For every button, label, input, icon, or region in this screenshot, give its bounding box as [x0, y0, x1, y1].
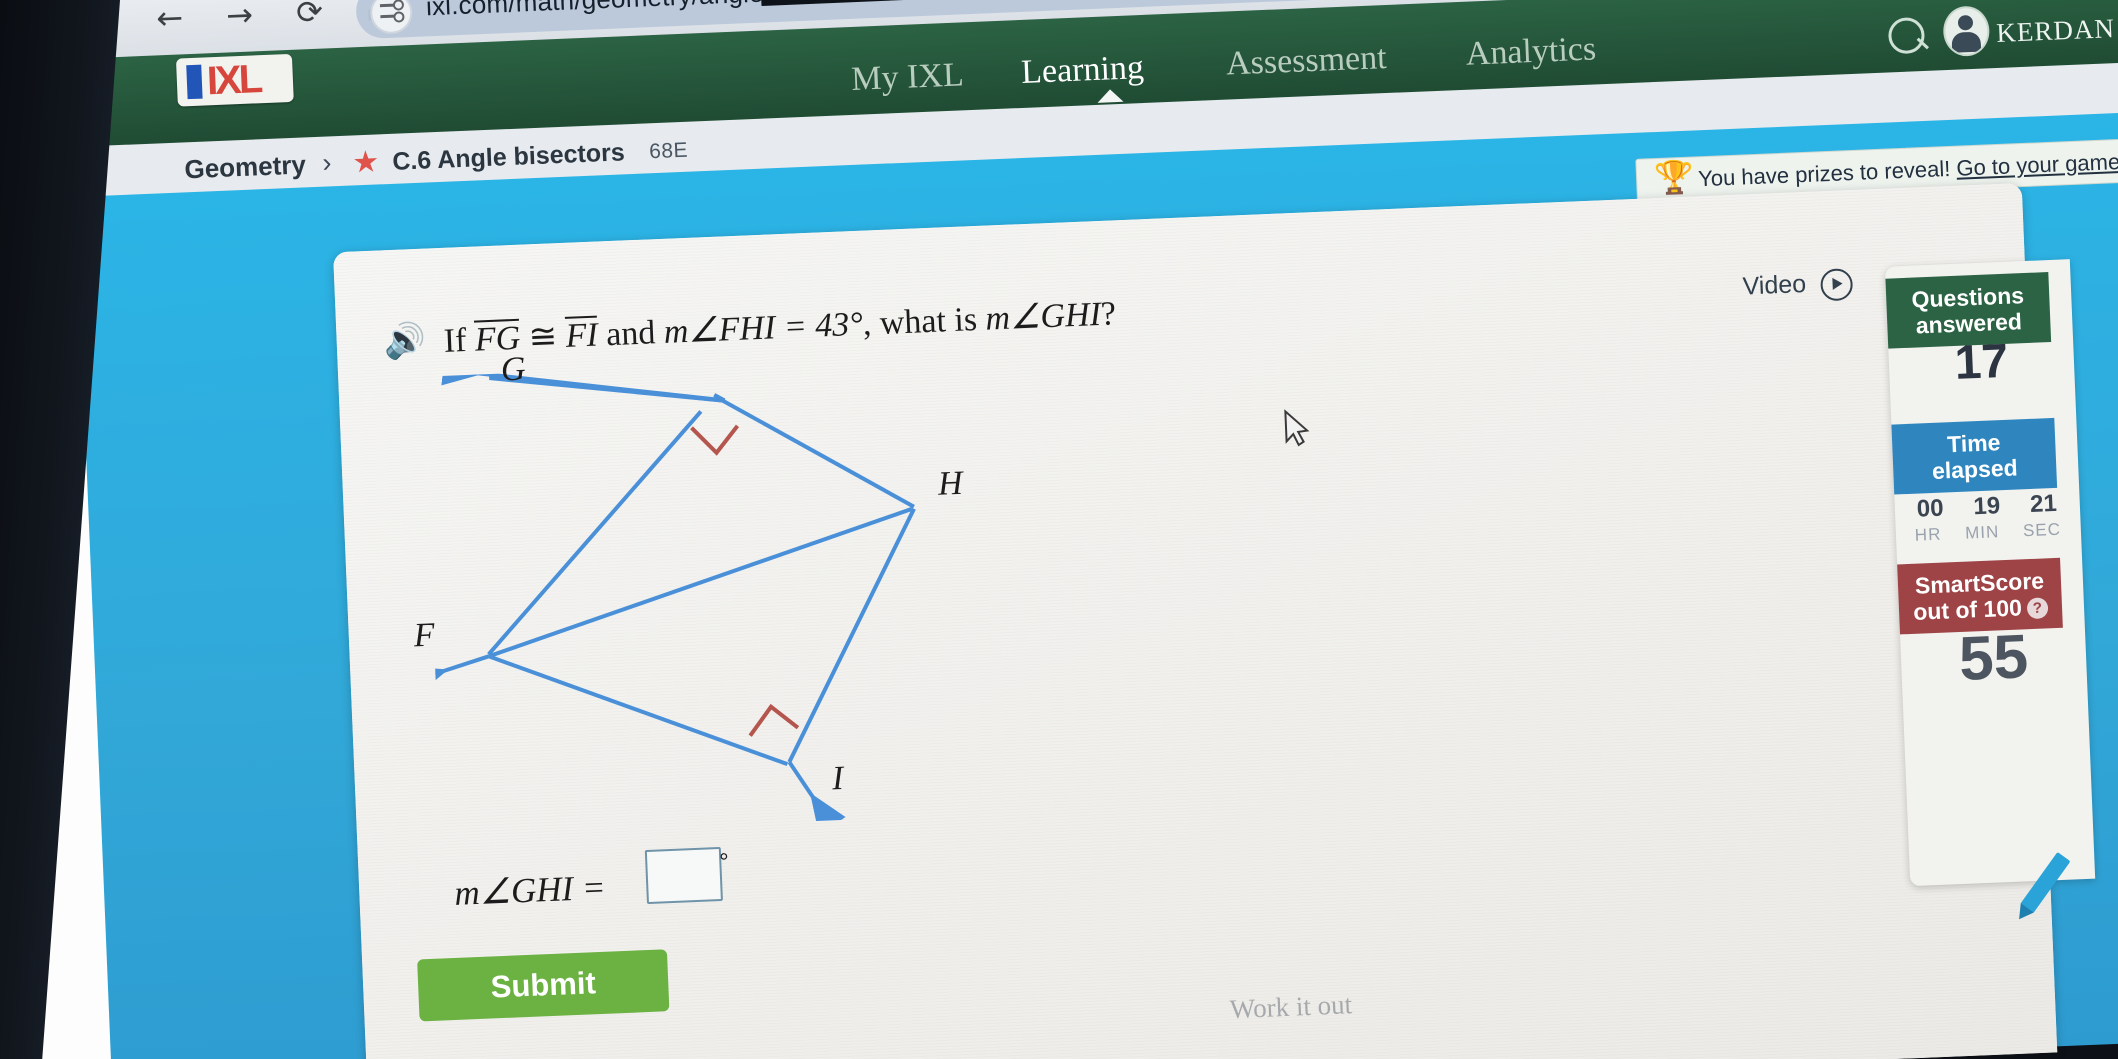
avatar-head — [1957, 14, 1974, 31]
congruent-symbol: ≅ — [519, 317, 567, 357]
nav-active-caret — [1097, 88, 1124, 103]
right-angle-mark-g — [690, 424, 740, 456]
point-label-f: F — [413, 616, 436, 655]
mouse-cursor — [1284, 409, 1310, 447]
segment-fi: FI — [564, 315, 599, 355]
monitor-photo: ← → ⟳ ⌂ ixl.com/math/geometry/angle-bise… — [0, 0, 2118, 1059]
ixl-logo[interactable]: IXL — [175, 53, 294, 107]
smartscore-label-2: out of 100 — [1912, 594, 2023, 625]
favorite-star-icon[interactable]: ★ — [352, 144, 380, 180]
point-label-g: G — [500, 350, 527, 389]
nav-assessment[interactable]: Assessment — [1225, 39, 1387, 84]
video-label[interactable]: Video — [1742, 270, 1807, 302]
avatar-body — [1951, 31, 1982, 53]
breadcrumb-separator: › — [321, 147, 332, 178]
work-it-out-hint: Work it out — [1229, 989, 1353, 1025]
trophy-icon: 🏆 — [1653, 158, 1695, 197]
time-sec-unit: SEC — [2022, 519, 2062, 541]
figure-svg — [405, 353, 916, 835]
time-hr-unit: HR — [1914, 524, 1942, 545]
back-icon[interactable]: ← — [156, 0, 184, 37]
asked-measure: m∠GHI — [984, 295, 1102, 338]
question-suffix: , what is — [862, 300, 987, 343]
point-label-i: I — [831, 759, 845, 798]
nav-my-ixl[interactable]: My IXL — [851, 56, 965, 99]
answer-input[interactable] — [644, 846, 723, 905]
logo-bar — [186, 64, 203, 100]
segment-f-i — [488, 654, 789, 767]
nav-learning[interactable]: Learning — [1020, 49, 1144, 92]
smartscore-value: 55 — [1957, 622, 2030, 694]
logo-text: IXL — [206, 57, 262, 104]
time-seconds: 21 — [2029, 489, 2058, 518]
username-label[interactable]: KERDAN — [1996, 13, 2116, 49]
screen-content: ← → ⟳ ⌂ ixl.com/math/geometry/angle-bise… — [0, 0, 2118, 1059]
question-mid: and — [596, 313, 665, 354]
help-icon[interactable]: ? — [2026, 597, 2049, 620]
time-hours: 00 — [1916, 494, 1945, 523]
questions-answered-value: 17 — [1953, 334, 2010, 390]
degree-symbol: ° — [718, 848, 730, 877]
geometry-figure: G H F I — [405, 350, 1001, 837]
breadcrumb-subject[interactable]: Geometry — [184, 149, 307, 185]
given-measure: m∠FHI = 43° — [663, 305, 864, 351]
nav-analytics[interactable]: Analytics — [1465, 30, 1597, 73]
submit-button[interactable]: Submit — [417, 949, 670, 1022]
segment-g-to-h — [721, 398, 915, 509]
ray-f-extension — [405, 654, 490, 698]
answer-label: m∠GHI = — [453, 867, 607, 913]
question-prefix: If — [443, 321, 476, 360]
time-minutes: 19 — [1972, 492, 2001, 521]
right-angle-mark-i — [748, 703, 800, 737]
speaker-icon[interactable]: 🔊 — [383, 321, 427, 363]
point-label-h: H — [937, 464, 964, 503]
time-min-unit: MIN — [1964, 522, 2000, 543]
ray-i-extension — [787, 760, 846, 835]
forward-icon[interactable]: → — [225, 0, 253, 35]
question-mark: ? — [1100, 295, 1117, 333]
skill-code: 68E — [648, 138, 689, 164]
reload-icon[interactable]: ⟳ — [295, 0, 323, 32]
time-elapsed-label-2: elapsed — [1931, 454, 2019, 484]
time-elapsed-header: Time elapsed — [1891, 417, 2058, 495]
